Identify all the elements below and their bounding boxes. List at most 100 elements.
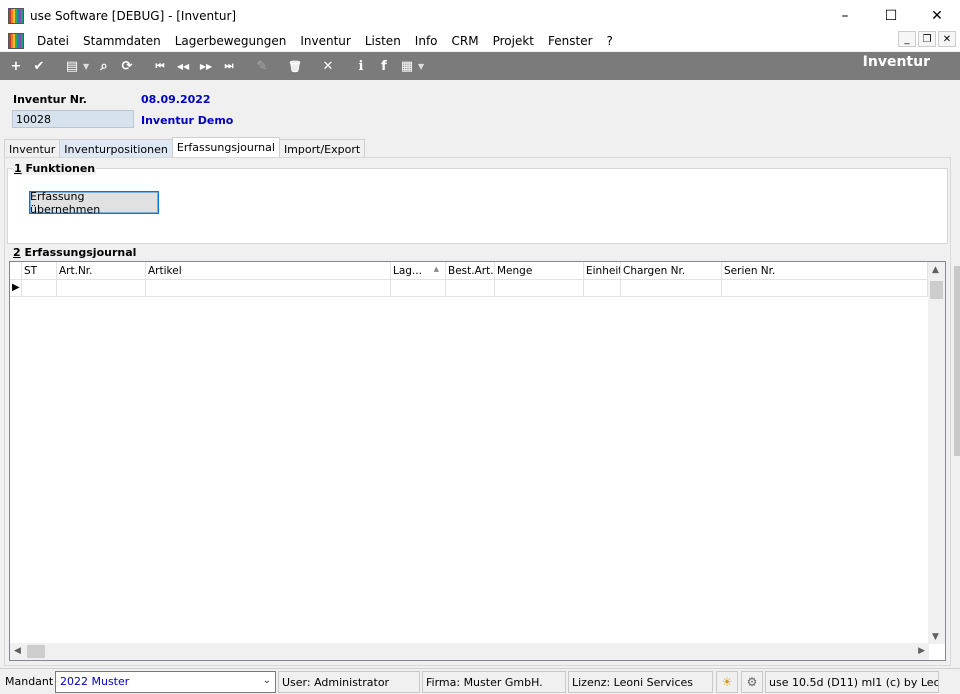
module-title: Inventur [862,54,930,70]
mdi-logo-icon[interactable] [8,33,24,49]
info-icon[interactable]: i [351,56,371,76]
column-menge[interactable]: Menge [495,262,584,280]
functions-title: 1 Funktionen [13,162,97,175]
functions-group: Erfassung übernehmen [7,168,948,244]
cell-menge[interactable] [495,280,584,297]
facebook-icon[interactable]: f [374,56,394,76]
chevron-down-icon[interactable]: ⌄ [263,675,271,686]
erfassung-uebernehmen-button[interactable]: Erfassung übernehmen [29,190,159,216]
search-icon[interactable]: ⌕ [94,56,114,76]
menu-lagerbewegungen[interactable]: Lagerbewegungen [168,34,294,48]
tab-inventurpositionen[interactable]: Inventurpositionen [59,139,173,158]
scroll-up-icon[interactable]: ▲ [932,265,939,275]
connection-icon[interactable]: ⚙ [741,670,763,693]
tab-panel: Erfassung übernehmen 1 Funktionen 2 Erfa… [4,157,951,666]
column-art-nr[interactable]: Art.Nr. [57,262,146,280]
functions-title-number: 1 [14,162,22,175]
status-version: use 10.5d (D11) ml1 (c) by Leoni Sc [765,670,939,693]
scroll-left-icon[interactable]: ◀ [14,646,21,656]
cell-best-art[interactable] [446,280,495,297]
cell-serien-nr[interactable] [722,280,928,297]
menu-stammdaten[interactable]: Stammdaten [76,34,168,48]
sun-icon[interactable]: ☀ [716,670,738,693]
menu-info[interactable]: Info [408,34,445,48]
tab-strip: Inventur Inventurpositionen Erfassungsjo… [4,137,366,158]
window-controls: – ☐ ✕ [822,0,960,31]
splitter-handle[interactable] [954,266,960,456]
column-lager[interactable]: Lag... ▲ [391,262,446,280]
title-bar: use Software [DEBUG] - [Inventur] – ☐ ✕ [0,0,960,31]
grid-dropdown-icon[interactable]: ▼ [418,62,426,71]
mandant-select[interactable]: 2022 Muster ⌄ [55,670,276,693]
status-firma: Firma: Muster GmbH. [422,670,566,693]
column-best-art[interactable]: Best.Art. [446,262,495,280]
menu-inventur[interactable]: Inventur [293,34,357,48]
column-lager-label: Lag... [393,265,422,277]
refresh-icon[interactable]: ⟳ [117,56,137,76]
menu-crm[interactable]: CRM [445,34,486,48]
grid-indicator-header [10,262,22,280]
inventory-name: Inventur Demo [141,114,234,127]
vertical-scrollbar[interactable]: ▲ ▼ [928,262,945,644]
column-serien-nr[interactable]: Serien Nr. [722,262,928,280]
grid-icon[interactable]: ▦ [397,56,417,76]
column-st[interactable]: ST [22,262,57,280]
print-icon[interactable]: ▤ [62,56,82,76]
maximize-button[interactable]: ☐ [868,0,914,31]
column-artikel[interactable]: Artikel [146,262,391,280]
first-record-icon[interactable]: ⏮ [150,56,170,76]
edit-icon[interactable]: ✎ [252,56,272,76]
scroll-right-icon[interactable]: ▶ [918,646,925,656]
journal-title-number: 2 [13,246,21,259]
cell-lager[interactable] [391,280,446,297]
last-record-icon[interactable]: ⏭ [219,56,239,76]
sort-ascending-icon: ▲ [433,265,439,273]
tab-inventur[interactable]: Inventur [4,139,61,158]
cell-einheit[interactable] [584,280,621,297]
horizontal-scroll-thumb[interactable] [27,645,45,658]
column-chargen-nr[interactable]: Chargen Nr. [621,262,722,280]
cell-chargen-nr[interactable] [621,280,722,297]
cell-art-nr[interactable] [57,280,146,297]
toolbar: + ✔ ▤ ▼ ⌕ ⟳ ⏮ ◀◀ ▶▶ ⏭ ✎ 🗑 ✕ i f ▦ ▼ Inve… [0,52,960,80]
next-record-icon[interactable]: ▶▶ [196,56,216,76]
grid-header: ST Art.Nr. Artikel Lag... ▲ Best.Art. Men… [10,262,928,280]
menu-projekt[interactable]: Projekt [486,34,541,48]
menu-fenster[interactable]: Fenster [541,34,600,48]
status-lizenz: Lizenz: Leoni Services [568,670,713,693]
inventory-date: 08.09.2022 [141,93,211,106]
check-icon[interactable]: ✔ [29,56,49,76]
inventory-number-label: Inventur Nr. [13,93,87,106]
mdi-close-button[interactable]: ✕ [938,31,956,47]
mandant-label: Mandant [5,674,53,688]
column-einheit[interactable]: Einheit [584,262,621,280]
new-icon[interactable]: + [6,56,26,76]
tab-import-export[interactable]: Import/Export [278,139,366,158]
menu-bar: Datei Stammdaten Lagerbewegungen Inventu… [0,31,960,51]
row-indicator-icon: ▶ [10,280,22,297]
delete-icon[interactable]: 🗑 [285,56,305,76]
menu-listen[interactable]: Listen [358,34,408,48]
horizontal-scrollbar[interactable]: ◀ ▶ [10,643,929,660]
tab-erfassungsjournal[interactable]: Erfassungsjournal [171,137,280,158]
print-dropdown-icon[interactable]: ▼ [83,62,91,71]
menu-help[interactable]: ? [600,34,620,48]
close-button[interactable]: ✕ [914,0,960,31]
vertical-scroll-thumb[interactable] [930,281,943,299]
cell-artikel[interactable] [146,280,391,297]
status-bar: Mandant 2022 Muster ⌄ User: Administrato… [0,668,960,694]
scroll-down-icon[interactable]: ▼ [932,632,939,642]
mdi-controls: _ ❐ ✕ [898,31,960,47]
mandant-value: 2022 Muster [60,674,130,688]
minimize-button[interactable]: – [822,0,868,31]
cell-st[interactable] [22,280,57,297]
menu-datei[interactable]: Datei [30,34,76,48]
mdi-restore-button[interactable]: ❐ [918,31,936,47]
journal-grid[interactable]: ST Art.Nr. Artikel Lag... ▲ Best.Art. Men… [9,261,946,661]
inventory-number-field[interactable]: 10028 [12,110,134,128]
cancel-icon[interactable]: ✕ [318,56,338,76]
mdi-minimize-button[interactable]: _ [898,31,916,47]
prev-record-icon[interactable]: ◀◀ [173,56,193,76]
functions-title-text: Funktionen [21,162,96,175]
table-row[interactable]: ▶ [10,280,928,297]
